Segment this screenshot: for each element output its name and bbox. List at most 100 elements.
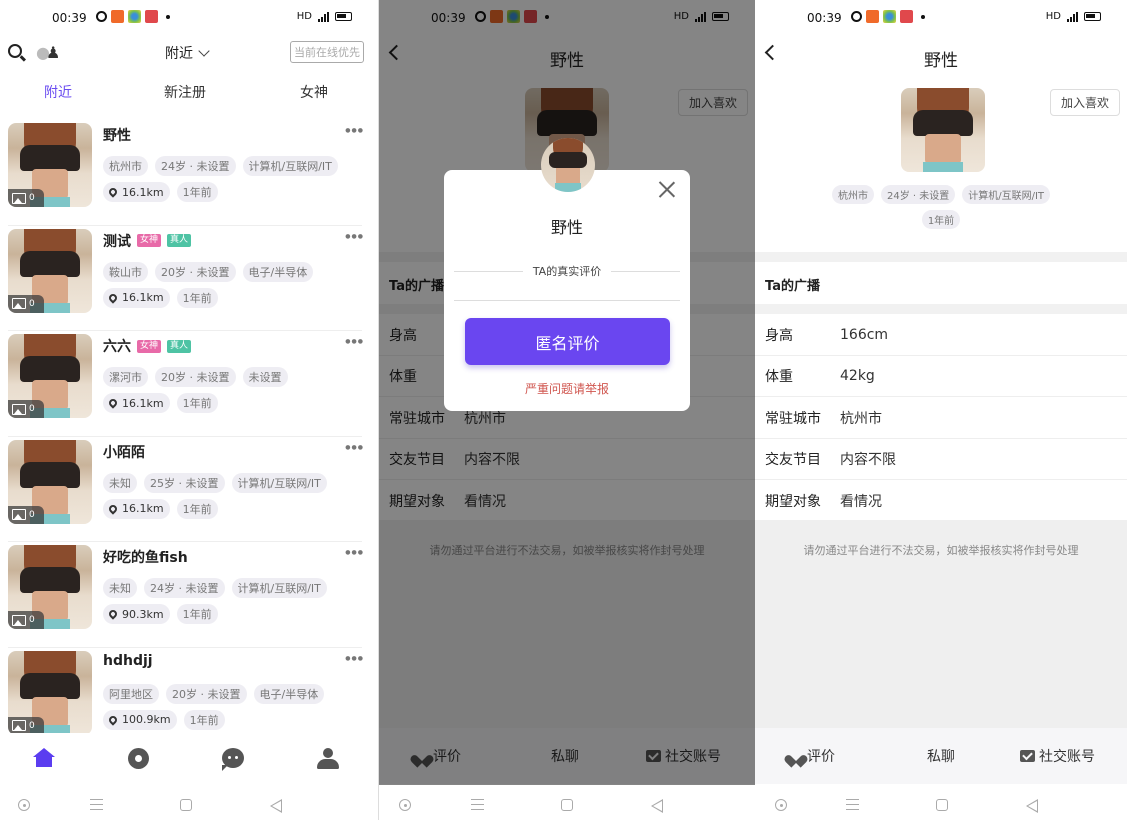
network-label: HD	[296, 11, 312, 22]
notification-icons	[96, 10, 170, 23]
profile-icon[interactable]	[317, 748, 339, 770]
recent-apps-icon[interactable]	[471, 799, 484, 810]
recent-apps-icon[interactable]	[846, 799, 859, 810]
app-icon	[900, 10, 913, 23]
anonymous-review-button[interactable]: 匿名评价	[465, 318, 670, 365]
location-filter-dropdown[interactable]: 附近	[165, 43, 210, 63]
more-options-icon[interactable]: ●●●	[345, 655, 364, 662]
broadcast-section[interactable]: Ta的广播	[755, 262, 1127, 304]
modal-avatar	[541, 138, 595, 192]
user-avatar[interactable]: 0	[8, 123, 92, 207]
photo-count-badge: 0	[8, 505, 44, 524]
profile-photo[interactable]	[901, 88, 985, 172]
more-notifications-icon	[166, 14, 170, 19]
review-button[interactable]: 评价	[789, 746, 835, 766]
tag-city: 漯河市	[103, 367, 148, 387]
detail-title: 野性	[924, 51, 958, 71]
system-nav-bar	[379, 790, 755, 820]
tag-age: 24岁 · 未设置	[144, 578, 225, 598]
tab-nearby[interactable]: 附近	[44, 82, 72, 102]
recent-apps-icon[interactable]	[90, 799, 103, 810]
detail-screen-with-review-modal: 00:39 HD 野性 加入喜欢 杭州市 24岁 · 未设置 计算机/互联网/I…	[379, 0, 755, 820]
private-chat-button[interactable]: 私聊	[927, 746, 955, 766]
messages-icon[interactable]	[222, 748, 244, 771]
location-pin-icon	[107, 186, 119, 198]
user-meta: 16.1km 1年前	[103, 498, 218, 519]
user-avatar[interactable]: 0	[8, 228, 92, 313]
user-name: 六六	[103, 339, 131, 355]
tag-time: 1年前	[921, 210, 961, 229]
back-system-icon[interactable]	[1026, 799, 1038, 813]
legal-notice: 请勿通过平台进行不法交易，如被举报核实将作封号处理	[803, 544, 1079, 557]
user-meta: 100.9km 1年前	[103, 709, 225, 730]
user-list-item[interactable]: 0 野性 ●●● 杭州市 24岁 · 未设置 计算机/互联网/IT 16.1km…	[0, 120, 378, 226]
photo-count-badge: 0	[8, 611, 44, 629]
search-icon[interactable]	[8, 44, 22, 58]
back-system-icon[interactable]	[651, 799, 663, 813]
user-avatar[interactable]: 0	[8, 439, 92, 524]
photo-icon	[12, 614, 26, 626]
section-gap	[755, 304, 1127, 314]
user-list-item[interactable]: 0 小陌陌 ●●● 未知 25岁 · 未设置 计算机/互联网/IT 16.1km…	[0, 437, 378, 542]
list-header: ●♟ 附近 当前在线优先	[0, 38, 378, 68]
more-options-icon[interactable]: ●●●	[345, 549, 364, 556]
user-list-item[interactable]: 0 好吃的鱼fish ●●● 未知 24岁 · 未设置 计算机/互联网/IT 9…	[0, 542, 378, 648]
user-avatar[interactable]: 0	[8, 545, 92, 629]
battery-icon	[335, 12, 352, 21]
user-name-row: 测试 女神 真人	[103, 231, 192, 251]
user-name-row: 好吃的鱼fish	[103, 547, 188, 567]
tag-city: 阿里地区	[103, 683, 159, 704]
review-modal: 野性 TA的真实评价 匿名评价 严重问题请举报	[444, 138, 690, 411]
info-row-weight: 体重42kg	[755, 356, 1127, 398]
tab-new-registered[interactable]: 新注册	[164, 82, 206, 102]
user-meta: 16.1km 1年前	[103, 182, 218, 202]
home-system-icon[interactable]	[936, 799, 948, 811]
tag-age: 24岁 · 未设置	[155, 156, 236, 176]
user-list-item[interactable]: 0 测试 女神 真人 ●●● 鞍山市 20岁 · 未设置 电子/半导体 16.1km…	[0, 226, 378, 331]
app-icon	[111, 10, 124, 23]
system-nav-bar	[755, 790, 1127, 820]
user-avatar[interactable]: 0	[8, 650, 92, 735]
more-options-icon[interactable]: ●●●	[345, 127, 364, 134]
tag-city: 鞍山市	[103, 261, 148, 282]
more-options-icon[interactable]: ●●●	[345, 233, 364, 240]
info-row-expect: 期望对象 看情况	[765, 493, 882, 510]
tag-distance: 16.1km	[103, 182, 170, 202]
home-system-icon[interactable]	[180, 799, 192, 811]
app-icon	[866, 10, 879, 23]
modal-divider	[454, 300, 680, 301]
online-first-button[interactable]: 当前在线优先	[290, 41, 364, 63]
user-name: 小陌陌	[103, 444, 145, 461]
back-system-icon[interactable]	[270, 799, 282, 813]
photo-count-badge: 0	[8, 294, 44, 313]
assistant-icon[interactable]	[18, 799, 30, 811]
home-icon[interactable]	[33, 748, 55, 768]
user-meta: 16.1km 1年前	[103, 393, 218, 413]
user-name: 好吃的鱼fish	[103, 550, 188, 566]
chevron-down-icon	[198, 45, 210, 57]
discover-icon[interactable]	[128, 748, 149, 769]
user-tags: 鞍山市 20岁 · 未设置 电子/半导体	[103, 261, 314, 282]
assistant-icon[interactable]	[775, 799, 787, 811]
home-system-icon[interactable]	[561, 799, 573, 811]
tag-job: 计算机/互联网/IT	[231, 578, 327, 598]
user-meta: 16.1km 1年前	[103, 287, 218, 308]
user-avatar[interactable]: 0	[8, 334, 92, 418]
photo-count-badge: 0	[8, 400, 44, 418]
more-options-icon[interactable]: ●●●	[345, 338, 364, 345]
gender-filter-icon[interactable]: ●♟	[36, 43, 60, 62]
tab-goddess[interactable]: 女神	[300, 82, 328, 102]
report-link[interactable]: 严重问题请举报	[444, 380, 690, 397]
detail-header: 野性	[755, 38, 1127, 74]
goddess-badge: 女神	[137, 234, 162, 247]
location-pin-icon	[107, 608, 119, 620]
more-options-icon[interactable]: ●●●	[345, 444, 364, 451]
assistant-icon[interactable]	[399, 799, 411, 811]
app-icon	[883, 10, 896, 23]
add-favorite-button[interactable]: 加入喜欢	[1049, 89, 1120, 116]
social-account-button[interactable]: 社交账号	[1020, 746, 1095, 766]
close-icon[interactable]	[658, 180, 676, 198]
heart-icon	[789, 750, 803, 763]
user-tags: 杭州市 24岁 · 未设置 计算机/互联网/IT	[103, 156, 338, 176]
user-list-item[interactable]: 0 六六 女神 真人 ●●● 漯河市 20岁 · 未设置 未设置 16.1km 1年…	[0, 331, 378, 437]
